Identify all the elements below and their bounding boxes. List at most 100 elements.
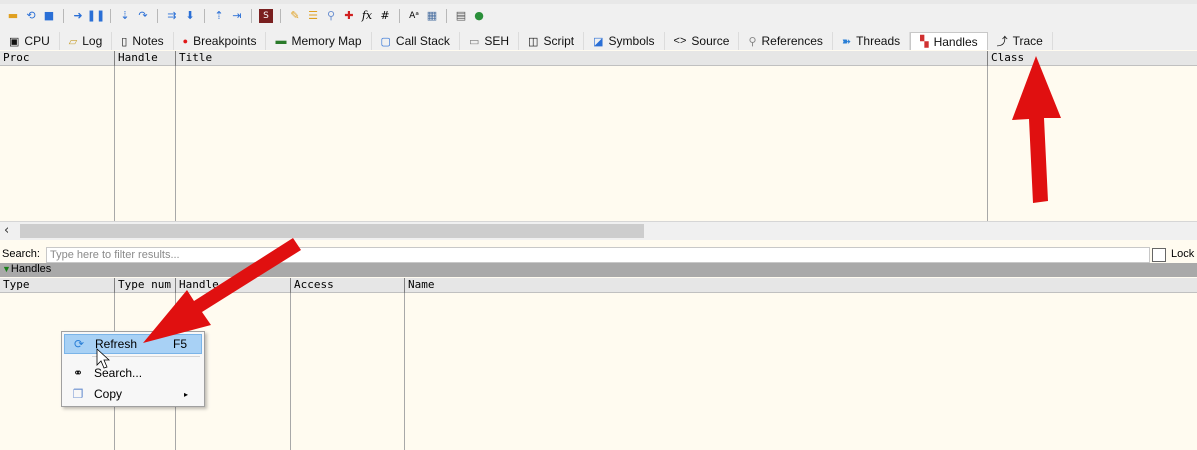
toolbar-icon-row: ▬ ⟲ ■ ➜ ❚❚ ⇣ ↷ ⇉ ⬇ ⇡ ⇥ S ✎ ☰ ⚲ ✚ fx # Aᵃ…: [6, 8, 486, 24]
tab-trace[interactable]: ⤴ Trace: [988, 32, 1053, 50]
call-stack-icon: ▢: [380, 35, 391, 48]
threads-icon: ➽: [841, 35, 852, 48]
tab-symbols[interactable]: ◪ Symbols: [584, 32, 665, 50]
seh-icon: ▭: [468, 35, 480, 48]
run-icon[interactable]: ➜: [71, 9, 85, 23]
tab-label: Handles: [933, 34, 978, 49]
column-header-proc[interactable]: Proc: [0, 51, 114, 66]
toolbar-separator: [399, 9, 400, 23]
toolbar-separator: [63, 9, 64, 23]
execute-till-return-icon[interactable]: ⇡: [212, 9, 226, 23]
lower-table-header: Type Type num Handle Access Name: [0, 278, 1197, 293]
group-label: Handles: [10, 263, 52, 275]
column-header-name[interactable]: Name: [404, 278, 1197, 293]
tab-label: Memory Map: [291, 34, 362, 48]
tab-label: Symbols: [608, 34, 655, 48]
context-menu: ⟳ Refresh F5 ⚭ Search... ❐ Copy ▸: [61, 331, 205, 407]
tab-label: Threads: [856, 34, 901, 48]
restart-icon[interactable]: ⟲: [24, 9, 38, 23]
open-icon[interactable]: ▬: [6, 9, 20, 23]
column-divider: [114, 66, 115, 221]
menu-item-refresh[interactable]: ⟳ Refresh F5: [64, 334, 202, 354]
tab-label: SEH: [484, 34, 510, 48]
tab-label: Source: [691, 34, 730, 48]
step-into-icon[interactable]: ⇣: [118, 9, 132, 23]
toolbar-separator: [110, 9, 111, 23]
menu-item-search[interactable]: ⚭ Search...: [64, 363, 202, 383]
tab-label: Trace: [1012, 34, 1043, 48]
lock-checkbox[interactable]: [1152, 248, 1166, 262]
tab-source[interactable]: <> Source: [665, 32, 740, 50]
menu-shortcut: F5: [172, 337, 187, 351]
patch-icon[interactable]: ✎: [288, 9, 302, 23]
calculator-icon[interactable]: ▦: [425, 9, 439, 23]
search-input[interactable]: [46, 247, 1150, 263]
tab-log[interactable]: ▱ Log: [60, 32, 113, 50]
run-to-user-code-icon[interactable]: ⇥: [230, 9, 244, 23]
memory-map-icon: ▬: [275, 35, 287, 47]
toolbar-separator: [251, 9, 252, 23]
comment-icon[interactable]: ☰: [306, 9, 320, 23]
tab-label: CPU: [24, 34, 50, 48]
lock-label: Lock: [1171, 248, 1195, 260]
log-icon: ▱: [68, 35, 78, 48]
handles-icon: ▚: [920, 36, 929, 48]
tab-label: Notes: [132, 34, 164, 48]
trace-into-icon[interactable]: ⇉: [165, 9, 179, 23]
menu-item-label: Refresh: [95, 337, 138, 351]
trace-over-icon[interactable]: ⬇: [183, 9, 197, 23]
menu-item-copy[interactable]: ❐ Copy ▸: [64, 384, 202, 404]
handles-group-header[interactable]: ▼Handles: [0, 263, 1197, 277]
step-over-icon[interactable]: ↷: [136, 9, 150, 23]
column-header-type[interactable]: Type: [0, 278, 114, 293]
tab-label: Breakpoints: [193, 34, 257, 48]
copy-icon: ❐: [72, 387, 84, 401]
tab-breakpoints[interactable]: ● Breakpoints: [174, 32, 267, 50]
tab-memory-map[interactable]: ▬ Memory Map: [266, 32, 372, 50]
tab-notes[interactable]: ▯ Notes: [112, 32, 174, 50]
font-icon[interactable]: Aᵃ: [407, 9, 421, 23]
scroll-left-icon[interactable]: ‹: [4, 223, 9, 238]
tab-label: Call Stack: [395, 34, 450, 48]
main-toolbar: ▬ ⟲ ■ ➜ ❚❚ ⇣ ↷ ⇉ ⬇ ⇡ ⇥ S ✎ ☰ ⚲ ✚ fx # Aᵃ…: [0, 0, 1197, 32]
column-divider: [404, 293, 405, 450]
stop-icon[interactable]: ■: [42, 9, 56, 23]
view-tab-bar: ▣ CPU ▱ Log ▯ Notes ● Breakpoints ▬ Memory Ma…: [0, 32, 1197, 50]
column-header-type-num[interactable]: Type num: [114, 278, 175, 293]
settings-icon[interactable]: ▤: [454, 9, 468, 23]
menu-separator: [92, 356, 200, 357]
breakpoint-dot-icon: ●: [182, 36, 189, 46]
column-header-handle[interactable]: Handle: [114, 51, 175, 66]
tab-call-stack[interactable]: ▢ Call Stack: [372, 32, 460, 50]
tab-references[interactable]: ⚲ References: [739, 32, 833, 50]
function-icon[interactable]: fx: [360, 9, 374, 23]
expand-triangle-icon[interactable]: ▼: [2, 264, 11, 274]
hash-icon[interactable]: #: [378, 9, 392, 23]
tab-threads[interactable]: ➽ Threads: [833, 32, 911, 50]
column-header-class[interactable]: Class: [987, 51, 1197, 66]
globe-icon[interactable]: ●: [472, 9, 486, 23]
tab-seh[interactable]: ▭ SEH: [460, 32, 520, 50]
pause-icon[interactable]: ❚❚: [87, 9, 105, 23]
column-divider: [290, 293, 291, 450]
column-header-access[interactable]: Access: [290, 278, 404, 293]
tab-label: References: [761, 34, 823, 48]
search-label: Search:: [2, 248, 40, 260]
notes-icon: ▯: [121, 35, 128, 48]
tab-script[interactable]: ◫ Script: [519, 32, 585, 50]
tab-label: Script: [543, 34, 575, 48]
upper-table-body[interactable]: [0, 66, 1197, 221]
binoculars-icon: ⚭: [72, 366, 84, 380]
column-header-title[interactable]: Title: [175, 51, 987, 66]
column-header-handle[interactable]: Handle: [175, 278, 290, 293]
label-icon[interactable]: ⚲: [324, 9, 338, 23]
tab-cpu[interactable]: ▣ CPU: [0, 32, 60, 50]
tab-handles[interactable]: ▚ Handles: [910, 32, 988, 50]
scrollbar-thumb[interactable]: [20, 224, 644, 238]
scylla-icon[interactable]: S: [259, 9, 273, 23]
toolbar-separator: [157, 9, 158, 23]
bookmark-icon[interactable]: ✚: [342, 9, 356, 23]
horizontal-scrollbar[interactable]: ‹: [0, 221, 1197, 240]
cpu-icon: ▣: [9, 35, 20, 48]
trace-icon: ⤴: [996, 36, 1008, 48]
